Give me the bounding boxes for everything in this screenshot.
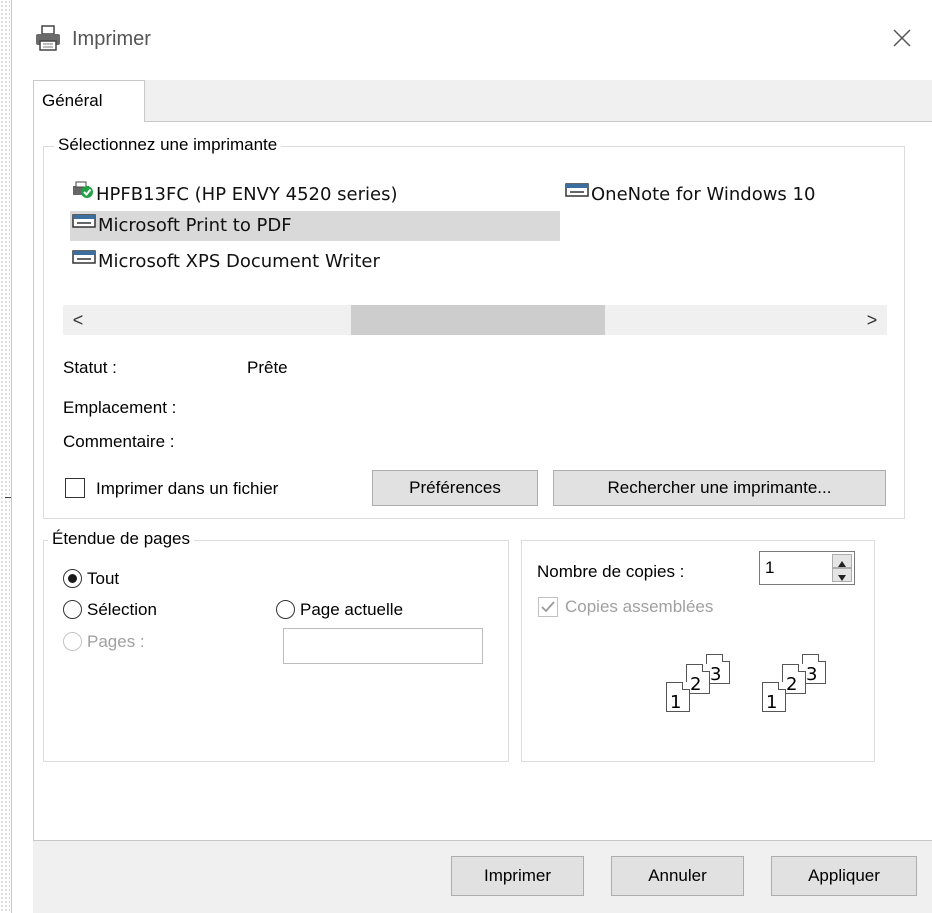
radio-pages-label: Pages : bbox=[87, 632, 145, 651]
printer-icon bbox=[72, 211, 96, 241]
cancel-button[interactable]: Annuler bbox=[611, 856, 744, 896]
printer-list-scrollbar[interactable]: < > bbox=[63, 305, 887, 335]
print-button[interactable]: Imprimer bbox=[451, 856, 584, 896]
printer-icon bbox=[72, 247, 96, 277]
find-printer-button[interactable]: Rechercher une imprimante... bbox=[553, 470, 886, 506]
preferences-button[interactable]: Préférences bbox=[372, 470, 538, 506]
radio-pages[interactable] bbox=[63, 632, 82, 651]
window-title: Imprimer bbox=[72, 28, 151, 50]
apply-button[interactable]: Appliquer bbox=[771, 856, 917, 896]
printer-title-icon bbox=[34, 24, 62, 57]
comment-label: Commentaire : bbox=[63, 432, 175, 451]
radio-current-page-label: Page actuelle bbox=[300, 600, 404, 619]
collate-checkbox[interactable] bbox=[538, 597, 558, 617]
printer-item-microsoft-xps[interactable]: Microsoft XPS Document Writer bbox=[72, 247, 380, 277]
status-label: Statut : bbox=[63, 358, 117, 377]
copies-count-value[interactable]: 1 bbox=[765, 558, 774, 578]
copies-spinner[interactable]: 1 bbox=[759, 551, 855, 585]
scrollbar-thumb[interactable] bbox=[351, 305, 605, 335]
radio-selection[interactable] bbox=[63, 600, 82, 619]
printer-icon bbox=[565, 180, 589, 210]
spin-down-icon[interactable] bbox=[832, 568, 852, 582]
scroll-left-icon[interactable]: < bbox=[63, 305, 93, 335]
tab-general[interactable]: Général bbox=[33, 80, 145, 122]
close-button[interactable] bbox=[886, 22, 918, 54]
printer-item-onenote[interactable]: OneNote for Windows 10 bbox=[565, 180, 815, 210]
collate-label: Copies assemblées bbox=[565, 597, 714, 616]
radio-selection-label: Sélection bbox=[87, 600, 157, 619]
printer-name: Microsoft Print to PDF bbox=[98, 215, 292, 236]
radio-current-page[interactable] bbox=[276, 600, 295, 619]
printer-item-microsoft-print-to-pdf[interactable]: Microsoft Print to PDF bbox=[70, 211, 560, 241]
close-icon bbox=[893, 29, 911, 47]
radio-all[interactable] bbox=[63, 569, 82, 588]
copies-count-label: Nombre de copies : bbox=[537, 562, 685, 581]
collate-illustration-1: 3 2 1 bbox=[666, 654, 756, 724]
print-to-file-checkbox[interactable] bbox=[65, 478, 85, 498]
printer-name: OneNote for Windows 10 bbox=[591, 184, 816, 205]
radio-all-label: Tout bbox=[87, 569, 120, 588]
background-pattern bbox=[0, 0, 10, 913]
pages-input[interactable] bbox=[283, 628, 483, 664]
printer-group-legend: Sélectionnez une imprimante bbox=[54, 135, 282, 155]
print-to-file-label: Imprimer dans un fichier bbox=[96, 479, 279, 498]
collate-illustration-2: 3 2 1 bbox=[762, 654, 852, 724]
tab-general-label: Général bbox=[42, 91, 103, 110]
printer-item-hpfb13fc[interactable]: HPFB13FC (HP ENVY 4520 series) bbox=[72, 180, 398, 210]
page-range-legend: Étendue de pages bbox=[48, 529, 195, 549]
scroll-right-icon[interactable]: > bbox=[857, 305, 887, 335]
checkmark-icon bbox=[541, 601, 555, 613]
printer-default-icon bbox=[72, 180, 94, 210]
printer-name: Microsoft XPS Document Writer bbox=[98, 251, 380, 272]
spin-up-icon[interactable] bbox=[832, 554, 852, 568]
status-value: Prête bbox=[247, 358, 288, 377]
title-bar: Imprimer bbox=[12, 0, 932, 78]
location-label: Emplacement : bbox=[63, 398, 177, 417]
printer-name: HPFB13FC (HP ENVY 4520 series) bbox=[96, 184, 398, 205]
